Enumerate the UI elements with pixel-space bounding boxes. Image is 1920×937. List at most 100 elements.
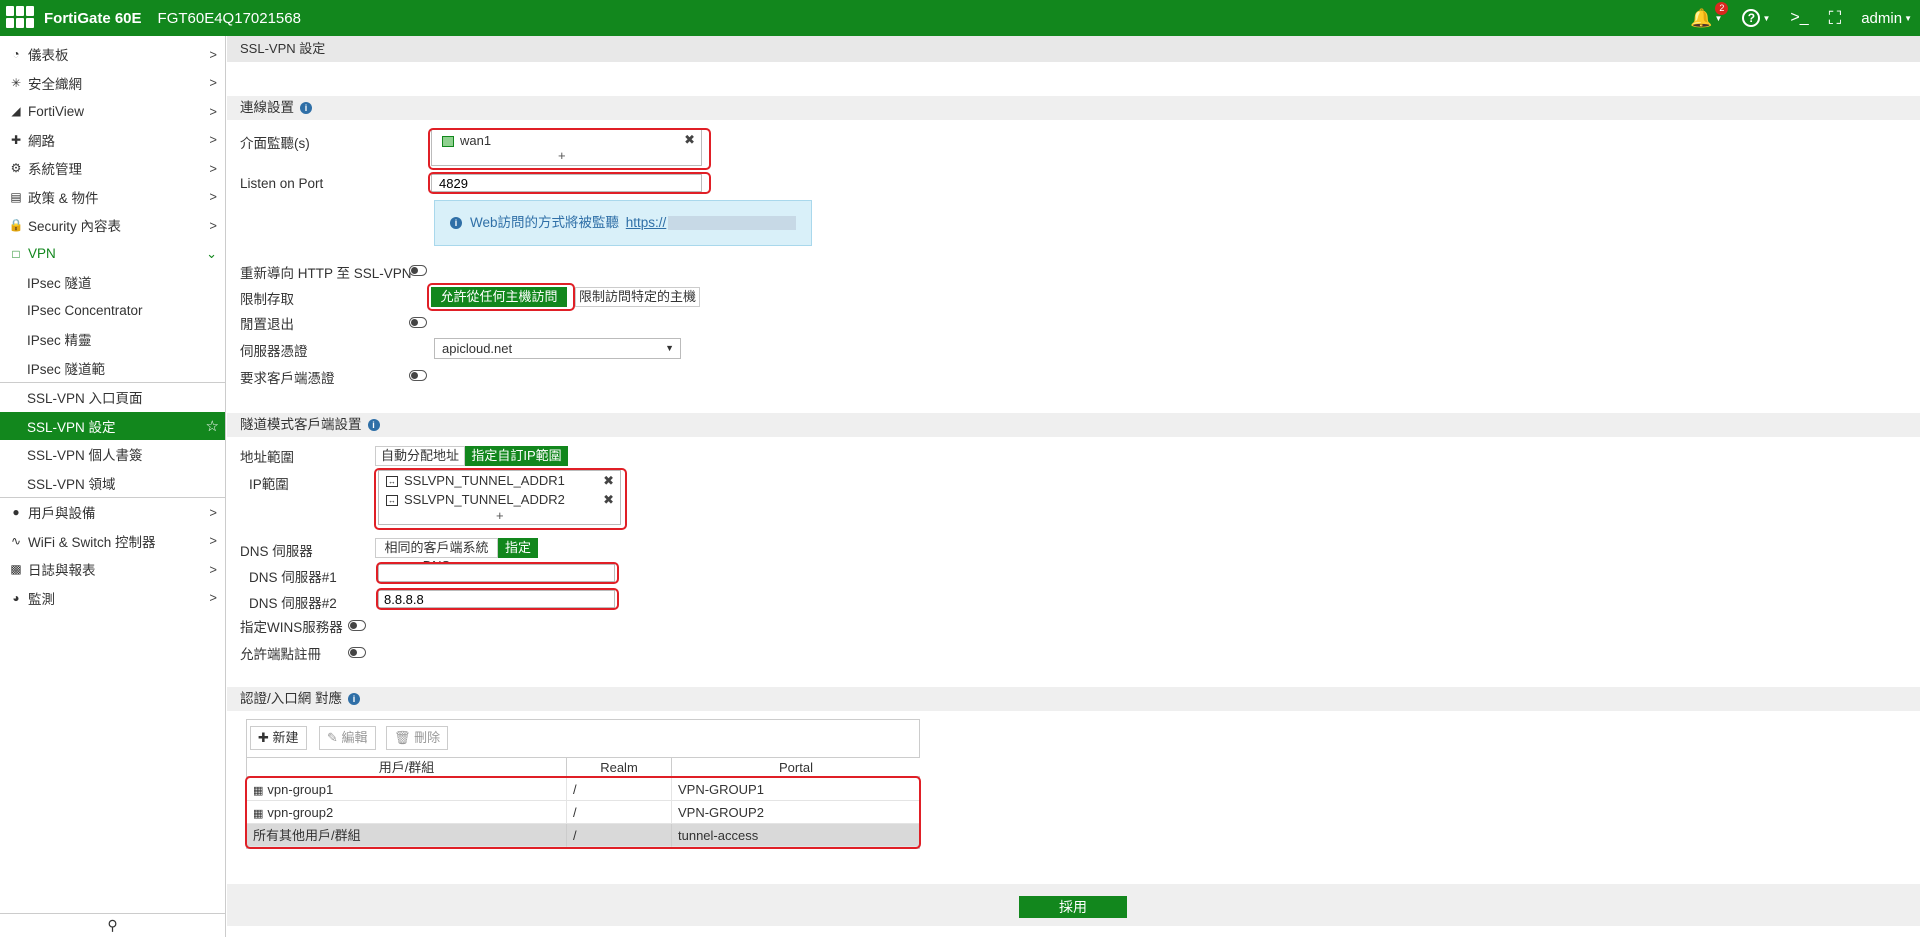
apply-bar: 採用 (227, 884, 1920, 926)
section-auth-portal-mapping: 認證/入口網 對應 i (227, 687, 1920, 711)
dns2-label: DNS 伺服器#2 (249, 596, 337, 611)
auto-assign-address-button[interactable]: 自動分配地址 (375, 446, 465, 466)
sidebar-item-security-profiles[interactable]: 🔒 Security 內容表 > (0, 211, 225, 240)
sidebar-item-ipsec-concentrator[interactable]: IPsec Concentrator (0, 297, 225, 326)
notification-badge: 2 (1715, 1, 1729, 15)
section-tunnel-mode: 隧道模式客戶端設置 i (227, 413, 1920, 437)
sidebar-item-ipsec-templates[interactable]: IPsec 隧道範 (0, 354, 225, 383)
sidebar-item-fortiview[interactable]: ◢ FortiView > (0, 97, 225, 126)
chevron-down-icon: ⌄ (206, 245, 217, 261)
chevron-right-icon: > (209, 504, 217, 520)
wins-server-toggle[interactable] (348, 620, 366, 631)
sidebar-item-label: IPsec Concentrator (27, 303, 143, 319)
laptop-icon: □ (12, 246, 20, 261)
sidebar-item-sslvpn-settings[interactable]: SSL-VPN 設定 ☆ (0, 411, 225, 440)
redirect-http-toggle[interactable] (409, 265, 427, 276)
sidebar-item-ipsec-tunnels[interactable]: IPsec 隧道 (0, 268, 225, 297)
chevron-right-icon: > (209, 132, 217, 148)
sidebar: ◔ 儀表板 > ✳ 安全織網 > ◢ FortiView > ✚ 網路 > ⚙ 系統管理 > ▤ 政策… (0, 36, 226, 937)
web-access-link[interactable]: https:// (626, 215, 667, 230)
restrict-access-label: 限制存取 (240, 292, 294, 307)
column-header-realm[interactable]: Realm (567, 757, 672, 777)
specify-dns-button[interactable]: 指定 (498, 538, 538, 558)
star-icon[interactable]: ☆ (206, 417, 219, 435)
log-icon: ▩ (10, 562, 22, 577)
sidebar-item-sslvpn-bookmarks[interactable]: SSL-VPN 個人書簽 (0, 440, 225, 469)
sidebar-item-label: 安全織網 (28, 76, 82, 92)
sidebar-item-label: 儀表板 (28, 48, 69, 64)
limit-specific-hosts-button[interactable]: 限制訪問特定的主機 (575, 287, 700, 307)
delete-button[interactable]: 🗑 刪除 (386, 726, 449, 750)
sidebar-item-ipsec-wizard[interactable]: IPsec 精靈 (0, 325, 225, 354)
chevron-right-icon: > (209, 561, 217, 577)
sidebar-item-label: SSL-VPN 個人書簽 (27, 448, 143, 464)
chart-icon: ◢ (11, 104, 21, 119)
sidebar-item-sslvpn-realms[interactable]: SSL-VPN 領域 (0, 469, 225, 498)
sidebar-item-policy-objects[interactable]: ▤ 政策 & 物件 > (0, 183, 225, 212)
search-icon: ⚲ (107, 917, 118, 933)
sidebar-item-system[interactable]: ⚙ 系統管理 > (0, 154, 225, 183)
chevron-right-icon: > (209, 217, 217, 233)
info-icon[interactable]: i (367, 419, 380, 432)
sidebar-item-monitor[interactable]: ◕ 監測 > (0, 584, 225, 613)
help-icon: ? (1742, 9, 1761, 27)
bell-icon: 🔔 (1690, 7, 1713, 28)
sidebar-item-vpn[interactable]: □ VPN ⌄ (0, 240, 225, 269)
sidebar-item-network[interactable]: ✚ 網路 > (0, 126, 225, 155)
highlight-box (376, 588, 619, 610)
gear-icon: ⚙ (10, 161, 22, 176)
plus-icon: ✚ (258, 730, 269, 745)
pencil-icon: ✎ (327, 730, 338, 745)
sidebar-item-sslvpn-portals[interactable]: SSL-VPN 入口頁面 (0, 383, 225, 412)
highlight-box (428, 128, 711, 170)
chevron-right-icon: > (209, 189, 217, 205)
notification-bell-button[interactable]: 🔔 2 ▼ (1690, 1, 1729, 29)
policy-icon: ▤ (10, 189, 22, 204)
client-cert-toggle[interactable] (409, 370, 427, 381)
new-button[interactable]: ✚ 新建 (250, 726, 307, 750)
section-connection-settings: 連線設置 i (227, 96, 1920, 120)
sidebar-item-wifi-switch[interactable]: ∿ WiFi & Switch 控制器 > (0, 527, 225, 556)
idle-logout-toggle[interactable] (409, 317, 427, 328)
highlight-box (245, 776, 921, 849)
chevron-right-icon: > (209, 75, 217, 91)
brand-name: FortiGate 60E (44, 9, 142, 27)
redirect-http-label: 重新導向 HTTP 至 SSL-VPN (240, 266, 412, 281)
help-button[interactable]: ? ▼ (1742, 9, 1770, 27)
sidebar-item-dashboard[interactable]: ◔ 儀表板 > (0, 40, 225, 69)
section-title: 隧道模式客戶端設置 (240, 417, 362, 432)
server-cert-select[interactable]: apicloud.net ▼ (434, 338, 681, 359)
network-icon: ✚ (10, 132, 22, 147)
admin-menu[interactable]: admin ▼ (1861, 10, 1912, 27)
client-cert-label: 要求客戶端憑證 (240, 371, 335, 386)
admin-username: admin (1861, 9, 1903, 27)
sidebar-item-label: IPsec 隧道 (27, 276, 92, 292)
sidebar-item-label: 政策 & 物件 (28, 190, 99, 206)
sidebar-search-button[interactable]: ⚲ (0, 913, 225, 937)
sidebar-item-user-device[interactable]: ● 用戶與設備 > (0, 498, 225, 527)
info-icon[interactable]: i (300, 102, 312, 115)
chevron-right-icon: > (209, 160, 217, 176)
sidebar-item-label: SSL-VPN 領域 (27, 476, 116, 492)
edit-button[interactable]: ✎ 編輯 (319, 726, 376, 750)
column-header-portal[interactable]: Portal (672, 757, 920, 777)
listen-port-label: Listen on Port (240, 176, 324, 191)
fullscreen-button[interactable]: ⛶ (1829, 8, 1842, 29)
sidebar-item-security-fabric[interactable]: ✳ 安全織網 > (0, 69, 225, 98)
sidebar-item-log-report[interactable]: ▩ 日誌與報表 > (0, 555, 225, 584)
section-title: 連線設置 (240, 100, 294, 115)
fortinet-logo-icon (6, 6, 36, 30)
same-as-client-dns-button[interactable]: 相同的客戶端系統DNS (375, 538, 498, 573)
wifi-icon: ∿ (10, 533, 22, 548)
custom-ip-range-button[interactable]: 指定自訂IP範圍 (465, 446, 568, 466)
listen-interface-label: 介面監聽(s) (240, 136, 310, 151)
column-header-user-group[interactable]: 用戶/群組 (247, 757, 567, 777)
new-button-label: 新建 (272, 730, 299, 745)
endpoint-registration-toggle[interactable] (348, 647, 366, 658)
sidebar-item-label: IPsec 精靈 (27, 333, 92, 349)
apply-button[interactable]: 採用 (1019, 896, 1127, 918)
cli-console-button[interactable]: >_ (1790, 9, 1808, 27)
top-bar: FortiGate 60E FGT60E4Q17021568 🔔 2 ▼ ? ▼… (0, 0, 1920, 36)
sidebar-item-label: WiFi & Switch 控制器 (28, 534, 156, 550)
info-icon[interactable]: i (348, 693, 361, 706)
